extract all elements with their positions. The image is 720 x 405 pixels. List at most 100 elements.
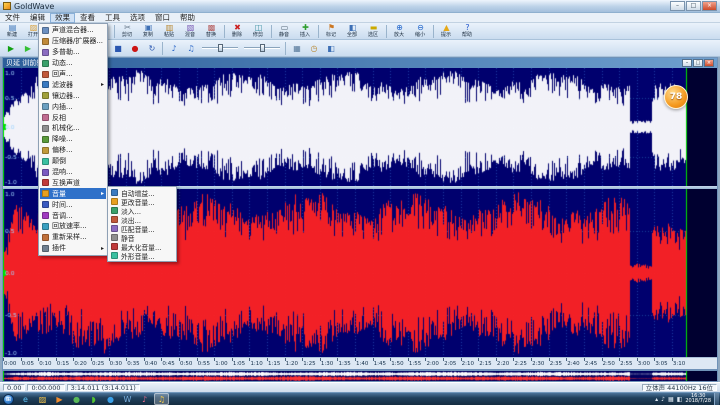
menu-item-2[interactable]: 效果 xyxy=(50,13,75,23)
effects-menu-item-14[interactable]: 互换声道 xyxy=(40,177,106,188)
overview-waveform[interactable] xyxy=(3,371,717,381)
doc-close-button[interactable]: × xyxy=(704,59,714,67)
time-tick-label: 1:40 xyxy=(356,361,368,367)
tray-icon-1[interactable]: ♪ xyxy=(661,396,665,403)
tray-icon-2[interactable]: ▦ xyxy=(668,396,674,403)
effects-menu-item-16[interactable]: 时间... xyxy=(40,199,106,210)
selection-button[interactable]: ▬选区 xyxy=(363,23,384,39)
doc-maximize-button[interactable]: □ xyxy=(693,59,703,67)
effects-menu-item-19[interactable]: 重新采样... xyxy=(40,232,106,243)
volume-slider[interactable] xyxy=(202,42,238,54)
trim-button[interactable]: ◫修剪 xyxy=(248,23,269,39)
time-tick-label: 2:10 xyxy=(462,361,474,367)
menu-item-0[interactable]: 文件 xyxy=(0,13,25,23)
effects-menu-item-0[interactable]: 声道混合器... xyxy=(40,25,106,36)
tray-icon-0[interactable]: ▴ xyxy=(655,396,658,403)
effects-menu-item-11[interactable]: 偏移... xyxy=(40,145,106,156)
overview-strip[interactable] xyxy=(2,370,718,382)
timer-button[interactable]: ◷ xyxy=(305,41,322,55)
taskbar-clock[interactable]: 16:30 2018/7/28 xyxy=(685,394,711,405)
select-all-button[interactable]: ◧全部 xyxy=(342,23,363,39)
mix-button[interactable]: ▧混音 xyxy=(180,23,201,39)
mute-button[interactable]: ▭静音 xyxy=(274,23,295,39)
stop-button[interactable]: ■ xyxy=(109,41,126,55)
loop-button[interactable]: ↻ xyxy=(143,41,160,55)
zoom-out-button[interactable]: ⊖缩小 xyxy=(410,23,431,39)
effects-menu-item-7[interactable]: 内插... xyxy=(40,101,106,112)
close-button[interactable]: × xyxy=(702,1,717,11)
monitor-speaker-button[interactable]: ♪ xyxy=(165,41,182,55)
hint-button[interactable]: ▲提示 xyxy=(436,23,457,39)
taskbar-media-player[interactable]: ▶ xyxy=(52,393,67,405)
balance-slider[interactable] xyxy=(244,42,280,54)
cut-button[interactable]: ✂剪切 xyxy=(117,23,138,39)
time-tick-label: 2:35 xyxy=(550,361,562,367)
menu-item-7[interactable]: 帮助 xyxy=(175,13,200,23)
volume-slider-thumb[interactable] xyxy=(218,44,223,52)
waveform-left-channel[interactable] xyxy=(3,68,717,186)
paste-button[interactable]: ▥粘贴 xyxy=(159,23,180,39)
start-button[interactable]: ⊞ xyxy=(3,394,14,405)
effects-menu-item-20[interactable]: 插件▸ xyxy=(40,243,106,254)
floating-badge[interactable]: 78 xyxy=(664,85,688,109)
volume-submenu-item-2[interactable]: 淡入... xyxy=(109,206,175,215)
volume-submenu-item-4[interactable]: 匹配音量... xyxy=(109,224,175,233)
tray-icon-3[interactable]: ◧ xyxy=(677,396,683,403)
taskbar-music[interactable]: ♪ xyxy=(137,393,152,405)
menu-item-4[interactable]: 工具 xyxy=(100,13,125,23)
delete-button[interactable]: ✖删除 xyxy=(227,23,248,39)
time-tick-label: 3:00 xyxy=(638,361,650,367)
record-button[interactable]: ● xyxy=(126,41,143,55)
effects-menu-item-4[interactable]: 回声... xyxy=(40,69,106,80)
menu-item-5[interactable]: 选项 xyxy=(125,13,150,23)
effects-menu-item-17[interactable]: 音调... xyxy=(40,210,106,221)
taskbar-browser[interactable]: ● xyxy=(69,393,84,405)
time-tick-label: 2:40 xyxy=(567,361,579,367)
taskbar-file-explorer[interactable]: ▨ xyxy=(35,393,50,405)
toolbar-separator xyxy=(162,42,163,55)
copy-button[interactable]: ▣复制 xyxy=(138,23,159,39)
taskbar-qq[interactable]: ● xyxy=(103,393,118,405)
maximize-button[interactable]: □ xyxy=(686,1,701,11)
effects-menu-item-10[interactable]: 降噪... xyxy=(40,134,106,145)
volume-submenu-item-icon xyxy=(111,198,118,205)
effects-menu-item-12[interactable]: 颠倒 xyxy=(40,156,106,167)
volume-submenu-item-1[interactable]: 更改音量... xyxy=(109,197,175,206)
effects-menu-item-icon xyxy=(42,27,49,34)
taskbar-internet-explorer[interactable]: e xyxy=(18,393,33,405)
visual-properties-button[interactable]: ◧ xyxy=(322,41,339,55)
doc-minimize-button[interactable]: – xyxy=(682,59,692,67)
effects-menu-item-5[interactable]: 滤波器▸ xyxy=(40,79,106,90)
replace-button[interactable]: ▩替换 xyxy=(201,23,222,39)
effects-menu-item-2[interactable]: 多普勒... xyxy=(40,47,106,58)
balance-slider-thumb[interactable] xyxy=(260,44,265,52)
play-button[interactable]: ▶ xyxy=(2,41,19,55)
effects-menu-item-13[interactable]: 混响... xyxy=(40,167,106,178)
menu-item-1[interactable]: 编辑 xyxy=(25,13,50,23)
help-button[interactable]: ?帮助 xyxy=(457,23,478,39)
menu-item-6[interactable]: 窗口 xyxy=(150,13,175,23)
new-button[interactable]: ▤新建 xyxy=(2,23,23,39)
effects-menu-item-8[interactable]: 反相 xyxy=(40,112,106,123)
effects-menu-item-3[interactable]: 动态... xyxy=(40,58,106,69)
menu-item-3[interactable]: 查看 xyxy=(75,13,100,23)
volume-submenu-item-7[interactable]: 外形音量... xyxy=(109,251,175,260)
effects-menu-item-15[interactable]: 音量▸ xyxy=(40,188,106,199)
title-bar: GoldWave – □ × xyxy=(0,0,720,13)
document-title-bar[interactable]: 贝延 训前教育 – □ × xyxy=(3,58,717,68)
zoom-in-button[interactable]: ⊕放大 xyxy=(389,23,410,39)
play-selection-button[interactable]: ▶ xyxy=(19,41,36,55)
insert-button[interactable]: ✚插入 xyxy=(295,23,316,39)
effects-menu-item-18[interactable]: 回放速率... xyxy=(40,221,106,232)
effects-menu-item-6[interactable]: 镶边器... xyxy=(40,90,106,101)
effects-menu-item-1[interactable]: 压缩器/扩展器... xyxy=(40,36,106,47)
monitor-mic-button[interactable]: ♫ xyxy=(182,41,199,55)
show-desktop-button[interactable] xyxy=(714,393,719,405)
marker-button[interactable]: ⚑标记 xyxy=(321,23,342,39)
device-controls-button[interactable]: ▦ xyxy=(288,41,305,55)
minimize-button[interactable]: – xyxy=(670,1,685,11)
taskbar-goldwave[interactable]: ♫ xyxy=(154,393,169,405)
effects-menu-item-9[interactable]: 机械化... xyxy=(40,123,106,134)
taskbar-wechat[interactable]: ◗ xyxy=(86,393,101,405)
taskbar-office[interactable]: W xyxy=(120,393,135,405)
